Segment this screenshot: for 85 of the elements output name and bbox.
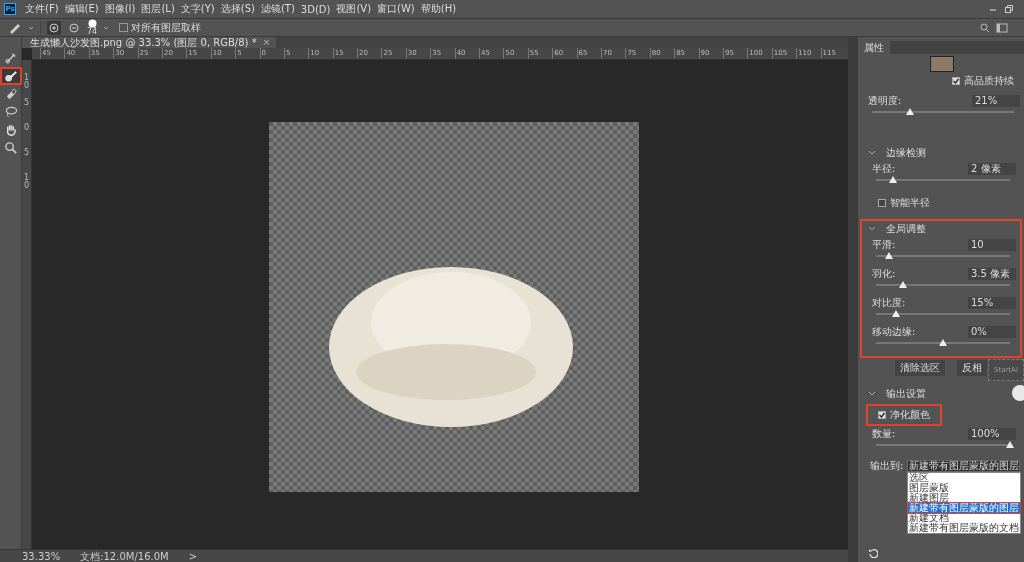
value-field[interactable]: 15% xyxy=(968,297,1016,309)
field-label: 移动边缘: xyxy=(872,325,916,339)
dropdown-option[interactable]: 选区 xyxy=(908,472,1021,483)
reset-icon[interactable] xyxy=(868,548,878,558)
dropdown-option[interactable]: 新建带有图层蒙版的文档 xyxy=(908,522,1021,533)
sample-all-layers-checkbox[interactable] xyxy=(119,23,129,32)
dropdown-option[interactable]: 新建图层 xyxy=(908,492,1021,503)
field-label: 输出到: xyxy=(870,458,904,473)
restore-icon[interactable] xyxy=(1004,4,1014,14)
checkbox-label: 智能半径 xyxy=(890,196,930,210)
brush-icon[interactable] xyxy=(3,51,18,65)
value-field[interactable]: 2 像素 xyxy=(968,163,1016,175)
menu-item[interactable]: 图层(L) xyxy=(138,2,178,16)
menu-item[interactable]: 编辑(E) xyxy=(61,2,102,16)
dropdown-option[interactable]: 新建带有图层蒙版的图层 xyxy=(908,502,1021,513)
slider-thumb[interactable] xyxy=(892,310,901,317)
menu-item[interactable]: 视图(V) xyxy=(333,2,375,16)
slider-thumb[interactable] xyxy=(906,108,915,115)
ruler-label: 10 xyxy=(23,174,30,192)
avatar-circle[interactable] xyxy=(1012,385,1024,401)
menu-item[interactable]: 图像(I) xyxy=(101,2,139,16)
menu-item[interactable]: 文字(Y) xyxy=(177,2,218,16)
lasso-icon[interactable] xyxy=(3,105,18,119)
value-field[interactable]: 3.5 像素 xyxy=(968,268,1016,280)
value-field[interactable]: 100% xyxy=(968,428,1016,440)
section-title[interactable]: 全局调整 xyxy=(886,222,926,236)
ruler-label: 10 xyxy=(23,74,30,92)
ruler-label: 0 xyxy=(23,124,30,134)
output-dropdown[interactable]: 新建带有图层蒙版的图层 xyxy=(909,459,1020,471)
document-tab[interactable]: 生成懒人沙发图.png @ 33.3% (图层 0, RGB/8) * × xyxy=(22,37,277,48)
brush-tip-icon[interactable] xyxy=(87,19,97,28)
image-thumbnail xyxy=(930,56,954,72)
menu-item[interactable]: 滤镜(T) xyxy=(257,2,298,16)
field-label: 数量: xyxy=(872,427,896,441)
checkbox[interactable] xyxy=(878,411,886,419)
slider-thumb[interactable] xyxy=(898,281,907,288)
value-field[interactable]: 10 xyxy=(968,239,1016,251)
search-icon[interactable] xyxy=(980,22,990,33)
zoom-level: 33.33% xyxy=(22,550,61,562)
refine-brush-tool-button[interactable] xyxy=(0,67,22,85)
menu-item[interactable]: 窗口(W) xyxy=(374,2,418,16)
chevron-icon[interactable] xyxy=(868,390,876,398)
refine-brush-icon[interactable] xyxy=(3,69,18,83)
caret-icon[interactable] xyxy=(28,24,34,31)
field-label: 羽化: xyxy=(872,267,896,281)
menu-item[interactable]: 文件(F) xyxy=(22,2,62,16)
slider-thumb[interactable] xyxy=(1006,441,1014,448)
checkbox-label: 净化颜色 xyxy=(890,408,930,422)
ruler-label: 5 xyxy=(23,149,30,159)
document-size: 文档:12.0M/16.0M xyxy=(80,550,169,562)
close-tab-button[interactable]: × xyxy=(262,37,271,48)
value-field[interactable]: 0% xyxy=(968,326,1016,338)
menu-item[interactable]: 帮助(H) xyxy=(417,2,460,16)
ruler-label: 5 xyxy=(23,99,30,109)
menu-item[interactable]: 选择(S) xyxy=(217,2,258,16)
status-menu-arrow[interactable]: > xyxy=(188,550,198,562)
tab-title: 生成懒人沙发图.png @ 33.3% (图层 0, RGB/8) * xyxy=(30,37,257,48)
action-button[interactable]: 反相 xyxy=(957,360,987,376)
checkbox-label: 高品质持续 xyxy=(964,74,1014,88)
field-label: 对比度: xyxy=(872,296,906,310)
section-title[interactable]: 输出设置 xyxy=(886,387,926,401)
properties-tab[interactable]: 属性 xyxy=(858,41,890,54)
action-button[interactable]: 清除选区 xyxy=(895,360,945,376)
add-mode-button[interactable] xyxy=(47,20,61,35)
slider-thumb[interactable] xyxy=(939,339,947,346)
section-title[interactable]: 边缘检测 xyxy=(886,146,926,160)
field-label: 平滑: xyxy=(872,238,896,252)
subtract-mode-button[interactable] xyxy=(67,20,81,35)
chevron-icon[interactable] xyxy=(868,149,876,157)
value-field[interactable]: 21% xyxy=(972,95,1020,107)
field-label: 透明度: xyxy=(868,94,902,108)
dropdown-option[interactable]: 图层蒙版 xyxy=(908,482,1021,493)
menu-item[interactable]: 3D(D) xyxy=(297,3,334,15)
workspace-icon[interactable] xyxy=(996,22,1008,33)
brush-icon[interactable] xyxy=(8,21,22,34)
checkbox-label: 对所有图层取样 xyxy=(131,20,202,35)
brush-size-label: 74 xyxy=(87,28,98,36)
slider-thumb[interactable] xyxy=(885,252,894,259)
checkbox[interactable] xyxy=(878,199,886,207)
caret-icon[interactable] xyxy=(103,24,110,31)
slider-thumb[interactable] xyxy=(889,176,898,183)
chevron-icon[interactable] xyxy=(868,225,876,233)
field-label: 半径: xyxy=(872,162,896,176)
zoom-icon[interactable] xyxy=(3,141,18,155)
checkbox[interactable] xyxy=(952,77,960,85)
